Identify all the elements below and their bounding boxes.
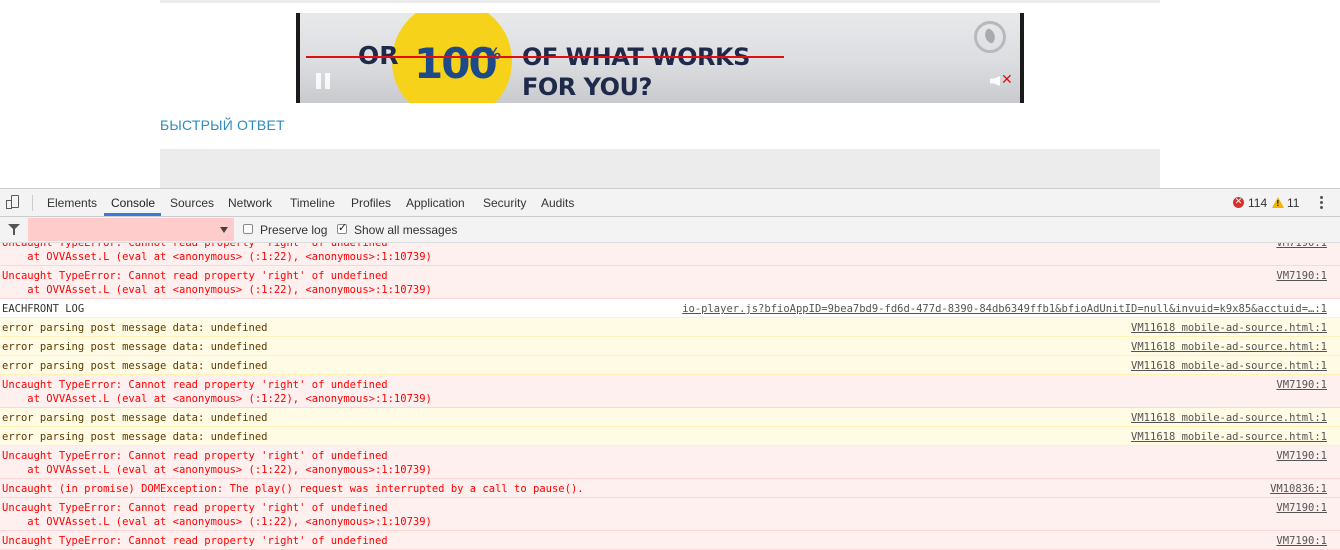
ad-frame: OR 100 % OF WHAT WORKS FOR YOU? ✕ — [300, 13, 1020, 103]
devtools-tabbar: Elements Console Sources Network Timelin… — [0, 189, 1340, 217]
more-options-icon[interactable] — [1320, 196, 1324, 210]
ad-percent-sign: % — [485, 44, 502, 63]
ad-strike-line — [306, 56, 784, 58]
message-line: Uncaught TypeError: Cannot read property… — [2, 535, 388, 547]
source-link[interactable]: VM7190:1 — [1276, 449, 1327, 463]
active-tab-indicator — [104, 213, 161, 216]
source-link[interactable]: VM11618 mobile-ad-source.html:1 — [1131, 359, 1327, 373]
preserve-log-label[interactable]: Preserve log — [260, 217, 327, 242]
console-message-text[interactable]: error parsing post message data: undefin… — [2, 411, 268, 425]
device-toolbar-icon[interactable] — [6, 195, 20, 210]
console-messages: Uncaught TypeError: Cannot read property… — [0, 243, 1340, 550]
warning-count[interactable]: 11 — [1287, 189, 1299, 216]
source-link[interactable]: VM7190:1 — [1276, 378, 1327, 392]
mute-icon[interactable]: ✕ — [990, 72, 1013, 89]
tab-timeline[interactable]: Timeline — [290, 189, 335, 216]
ad-percent-value: 100 — [414, 39, 498, 88]
console-message-warning: error parsing post message data: undefin… — [0, 408, 1340, 427]
console-message-text[interactable]: error parsing post message data: undefin… — [2, 340, 268, 354]
console-message-warning: error parsing post message data: undefin… — [0, 337, 1340, 356]
console-message-text[interactable]: Uncaught TypeError: Cannot read property… — [2, 501, 432, 529]
video-ad-banner[interactable]: OR 100 % OF WHAT WORKS FOR YOU? ✕ — [296, 13, 1024, 103]
console-message-log: EACHFRONT LOG io-player.js?bfioAppID=9bea… — [0, 299, 1340, 318]
quick-answer-link[interactable]: БЫСТРЫЙ ОТВЕТ — [160, 117, 285, 133]
message-line: error parsing post message data: undefin… — [2, 431, 268, 443]
console-message-warning: error parsing post message data: undefin… — [0, 318, 1340, 337]
console-message-error: Uncaught TypeError: Cannot read property… — [0, 266, 1340, 299]
message-line: Uncaught TypeError: Cannot read property… — [2, 502, 388, 514]
stack-trace-line: at OVVAsset.L (eval at <anonymous> (:1:2… — [2, 516, 432, 528]
tab-application[interactable]: Application — [406, 189, 465, 216]
console-message-text[interactable]: Uncaught TypeError: Cannot read property… — [2, 269, 432, 297]
console-message-text[interactable]: Uncaught TypeError: Cannot read property… — [2, 449, 432, 477]
page-top-strip — [160, 0, 1160, 3]
content-placeholder — [160, 149, 1160, 189]
source-link[interactable]: VM7190:1 — [1276, 534, 1327, 548]
pause-icon[interactable] — [316, 73, 332, 89]
console-message-text[interactable]: error parsing post message data: undefin… — [2, 321, 268, 335]
console-message-text[interactable]: error parsing post message data: undefin… — [2, 430, 268, 444]
console-message-error: Uncaught TypeError: Cannot read property… — [0, 498, 1340, 531]
source-link[interactable]: VM11618 mobile-ad-source.html:1 — [1131, 411, 1327, 425]
source-link[interactable]: VM11618 mobile-ad-source.html:1 — [1131, 430, 1327, 444]
console-message-error: Uncaught TypeError: Cannot read property… — [0, 531, 1340, 550]
message-line: EACHFRONT LOG — [2, 303, 85, 315]
tab-elements[interactable]: Elements — [47, 189, 97, 216]
tab-network[interactable]: Network — [228, 189, 272, 216]
message-line: Uncaught TypeError: Cannot read property… — [2, 243, 388, 249]
console-message-warning: error parsing post message data: undefin… — [0, 427, 1340, 446]
error-icon: ✕ — [1233, 197, 1244, 208]
console-message-text[interactable]: Uncaught (in promise) DOMException: The … — [2, 482, 584, 496]
devtools-panel: Elements Console Sources Network Timelin… — [0, 188, 1340, 550]
stack-trace-line: at OVVAsset.L (eval at <anonymous> (:1:2… — [2, 284, 432, 296]
message-line: error parsing post message data: undefin… — [2, 322, 268, 334]
show-all-messages-label[interactable]: Show all messages — [354, 217, 457, 242]
filter-icon[interactable] — [8, 224, 20, 235]
preserve-log-checkbox[interactable] — [243, 224, 253, 234]
console-message-text[interactable]: Uncaught TypeError: Cannot read property… — [2, 534, 388, 548]
toolbar-divider — [32, 195, 33, 211]
tab-security[interactable]: Security — [483, 189, 526, 216]
message-line: error parsing post message data: undefin… — [2, 360, 268, 372]
source-link[interactable]: VM7190:1 — [1276, 501, 1327, 515]
source-link[interactable]: VM11618 mobile-ad-source.html:1 — [1131, 321, 1327, 335]
message-line: Uncaught TypeError: Cannot read property… — [2, 270, 388, 282]
console-message-text[interactable]: Uncaught TypeError: Cannot read property… — [2, 378, 432, 406]
source-link[interactable]: io-player.js?bfioAppID=9bea7bd9-fd6d-477… — [682, 302, 1327, 316]
console-message-text[interactable]: Uncaught TypeError: Cannot read property… — [2, 243, 432, 264]
message-line: Uncaught TypeError: Cannot read property… — [2, 450, 388, 462]
tab-sources[interactable]: Sources — [170, 189, 214, 216]
message-line: Uncaught TypeError: Cannot read property… — [2, 379, 388, 391]
source-link[interactable]: VM7190:1 — [1276, 243, 1327, 250]
message-line: Uncaught (in promise) DOMException: The … — [2, 483, 584, 495]
brand-logo-icon — [974, 21, 1006, 53]
message-line: error parsing post message data: undefin… — [2, 412, 268, 424]
console-message-warning: error parsing post message data: undefin… — [0, 356, 1340, 375]
context-selector[interactable] — [28, 218, 234, 241]
stack-trace-line: at OVVAsset.L (eval at <anonymous> (:1:2… — [2, 393, 432, 405]
source-link[interactable]: VM10836:1 — [1270, 482, 1327, 496]
console-message-text[interactable]: EACHFRONT LOG — [2, 302, 84, 316]
console-message-error: Uncaught (in promise) DOMException: The … — [0, 479, 1340, 498]
stack-trace-line: at OVVAsset.L (eval at <anonymous> (:1:2… — [2, 251, 432, 263]
source-link[interactable]: VM7190:1 — [1276, 269, 1327, 283]
console-message-error: Uncaught TypeError: Cannot read property… — [0, 375, 1340, 408]
message-line: error parsing post message data: undefin… — [2, 341, 268, 353]
console-message-error: Uncaught TypeError: Cannot read property… — [0, 446, 1340, 479]
chevron-down-icon — [220, 227, 228, 233]
tab-audits[interactable]: Audits — [541, 189, 574, 216]
console-message-error: Uncaught TypeError: Cannot read property… — [0, 243, 1340, 266]
stack-trace-line: at OVVAsset.L (eval at <anonymous> (:1:2… — [2, 464, 432, 476]
show-all-messages-checkbox[interactable] — [337, 221, 347, 234]
ad-headline-line2: FOR YOU? — [522, 73, 652, 101]
warning-icon: ! — [1272, 197, 1284, 208]
source-link[interactable]: VM11618 mobile-ad-source.html:1 — [1131, 340, 1327, 354]
error-count[interactable]: 114 — [1248, 189, 1267, 216]
tab-console[interactable]: Console — [111, 189, 155, 216]
console-filter-bar: Preserve log Show all messages — [0, 217, 1340, 243]
tab-profiles[interactable]: Profiles — [351, 189, 391, 216]
console-message-text[interactable]: error parsing post message data: undefin… — [2, 359, 268, 373]
